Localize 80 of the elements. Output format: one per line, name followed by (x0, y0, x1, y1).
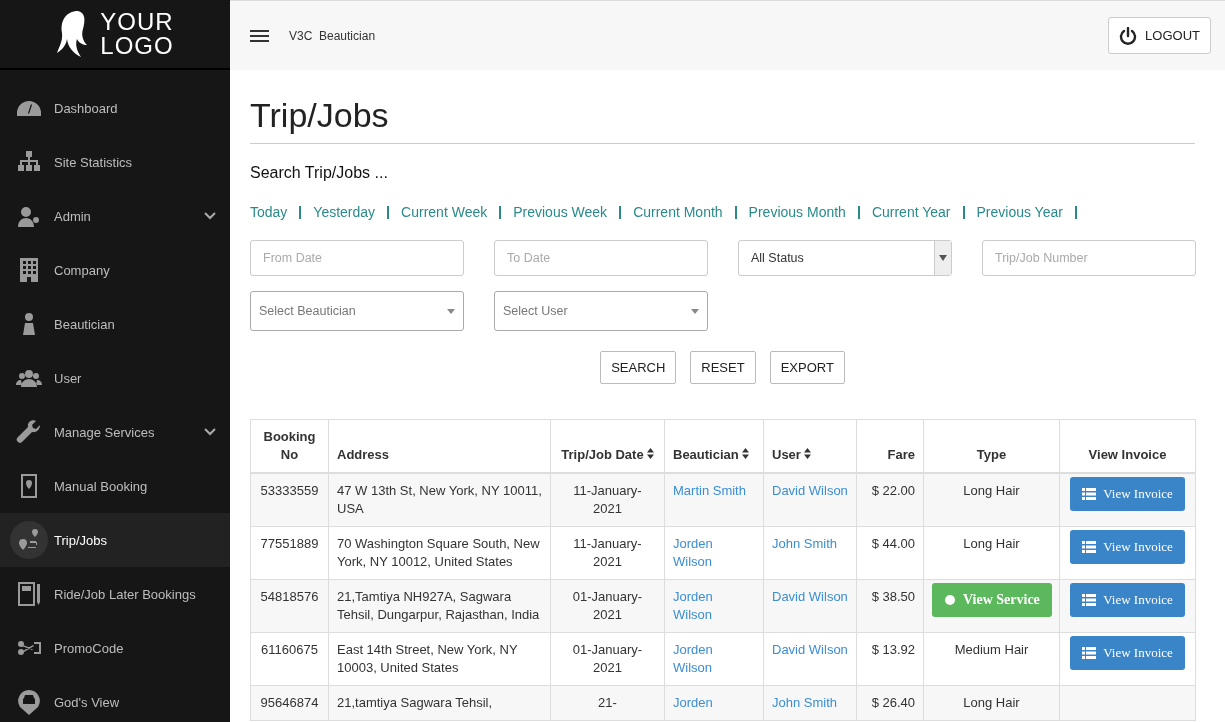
sidebar-item[interactable]: Manage Services (0, 405, 230, 459)
caret-icon (447, 308, 455, 314)
table-cell: 01-January-2021 (550, 579, 665, 633)
table-cell: 01-January-2021 (550, 632, 665, 686)
list-icon (1082, 541, 1097, 553)
to-date-field[interactable]: To Date (494, 240, 708, 276)
sidebar-item[interactable]: Dashboard (0, 81, 230, 135)
user-select[interactable]: Select User (494, 291, 708, 331)
sidebar-item[interactable]: User (0, 351, 230, 405)
search-heading: Search Trip/Jobs ... (250, 164, 389, 182)
list-icon (1082, 488, 1097, 500)
view-invoice-button[interactable]: View Invoice (1070, 583, 1185, 617)
table-cell: $ 13.92 (856, 632, 924, 686)
table-cell: 47 W 13th St, New York, NY 10011, USA (328, 473, 551, 527)
table-cell: 53333559 (250, 473, 329, 527)
table-cell: $ 22.00 (856, 473, 924, 527)
table-cell: 21,Tamtiya NH927A, Sagwara Tehsil, Dungarpur, Rajasthan, India (328, 579, 551, 633)
period-link[interactable]: Yesterday (313, 204, 376, 220)
period-link[interactable]: Current Month (633, 204, 723, 220)
sort-icon (741, 448, 749, 459)
view-invoice-button[interactable]: View Invoice (1070, 636, 1185, 670)
table-cell: Long Hair (923, 526, 1060, 580)
table-cell: 21,tamtiya Sagwara Tehsil, (328, 685, 551, 721)
table-cell: $ 26.40 (856, 685, 924, 721)
table-cell: Medium Hair (923, 632, 1060, 686)
view-invoice-button[interactable]: View Invoice (1070, 530, 1185, 564)
period-link[interactable]: Previous Year (976, 204, 1063, 220)
period-link[interactable]: Current Year (871, 204, 951, 220)
table-cell: 77551889 (250, 526, 329, 580)
table-cell: 11-January-2021 (550, 473, 665, 527)
action-button[interactable]: EXPORT (769, 351, 845, 384)
menu-icon[interactable] (250, 29, 269, 42)
book-icon (16, 581, 42, 607)
status-select[interactable]: All Status (738, 240, 952, 276)
list-icon (1082, 594, 1097, 606)
table-cell: East 14th Street, New York, NY 10003, United States (328, 632, 551, 686)
view-invoice-button[interactable]: View Invoice (1070, 477, 1185, 511)
view-service-button[interactable]: View Service (932, 583, 1052, 617)
table-cell: 61160675 (250, 632, 329, 686)
period-link[interactable]: Previous Month (748, 204, 846, 220)
car-icon (16, 689, 42, 715)
period-link[interactable]: Today (250, 204, 288, 220)
sidebar-item[interactable]: Ride/Job Later Bookings (0, 567, 230, 621)
table-cell: Long Hair (923, 473, 1060, 527)
logout-button[interactable]: LOGOUT (1108, 17, 1211, 54)
beautician-select[interactable]: Select Beautician (250, 291, 464, 331)
sidebar-item[interactable]: PromoCode (0, 621, 230, 675)
action-button[interactable]: RESET (690, 351, 756, 384)
logo-text: LOGO (100, 34, 174, 58)
table-cell: $ 38.50 (856, 579, 924, 633)
table-cell: $ 44.00 (856, 526, 924, 580)
from-date-field[interactable]: From Date (250, 240, 464, 276)
action-button[interactable]: SEARCH (600, 351, 677, 384)
wrench-icon (16, 419, 42, 445)
sidebar-item[interactable]: Site Statistics (0, 135, 230, 189)
sidebar-item[interactable]: Beautician (0, 297, 230, 351)
page-title: Trip/Jobs (250, 96, 1195, 144)
table-cell: Long Hair (923, 685, 1060, 721)
job-number-field[interactable]: Trip/Job Number (982, 240, 1196, 276)
table-cell: 70 Washington Square South, New York, NY 10012, United States (328, 526, 551, 580)
sidebar-item[interactable]: God's View (0, 675, 230, 722)
caret-icon (939, 255, 947, 261)
sort-icon (646, 448, 654, 459)
list-icon (1082, 647, 1097, 659)
period-link[interactable]: Previous Week (513, 204, 608, 220)
table-cell: 54818576 (250, 579, 329, 633)
caret-icon (691, 308, 699, 314)
table-cell: 11-January-2021 (550, 526, 665, 580)
power-icon (1119, 26, 1138, 45)
logo-text: YOUR (100, 10, 174, 34)
table-cell: 95646874 (250, 685, 329, 721)
period-link[interactable]: Current Week (401, 204, 488, 220)
sort-icon (803, 448, 811, 459)
sidebar-item[interactable]: Trip/Jobs (0, 513, 230, 567)
table-cell: 21- (550, 685, 665, 721)
sidebar-item[interactable]: Company (0, 243, 230, 297)
app-title: V3C Beautician (289, 28, 376, 43)
sidebar-item[interactable]: Manual Booking (0, 459, 230, 513)
sidebar-item[interactable]: Admin (0, 189, 230, 243)
badge-icon (944, 594, 956, 606)
